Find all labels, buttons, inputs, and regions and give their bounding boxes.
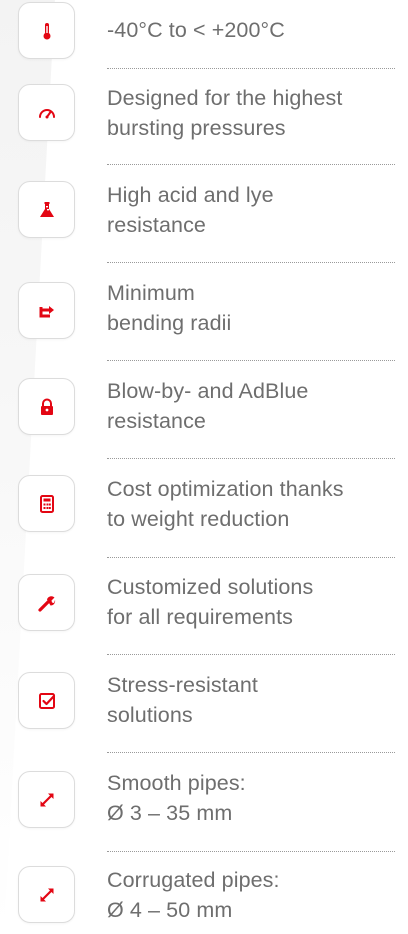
feature-line-1: Smooth pipes: <box>107 771 246 795</box>
feature-line-2: resistance <box>107 409 206 433</box>
feature-line-2: bending radii <box>107 311 232 335</box>
bend-arrow-icon <box>18 282 75 339</box>
diagonal-arrows-icon <box>18 866 75 923</box>
feature-line-1: Blow-by- and AdBlue <box>107 379 309 403</box>
feature-line-1: High acid and lye <box>107 183 274 207</box>
feature-line-1: Corrugated pipes: <box>107 868 280 892</box>
flask-icon <box>18 181 75 238</box>
thermometer-icon <box>18 2 75 59</box>
feature-line-2: for all requirements <box>107 605 294 629</box>
divider <box>107 557 395 558</box>
calculator-icon <box>18 475 75 532</box>
divider <box>107 851 395 852</box>
feature-line-1: Minimum <box>107 281 195 305</box>
feature-line-1: Cost optimization thanks <box>107 477 344 501</box>
divider <box>107 752 395 753</box>
feature-line-1: -40°C to < +200°C <box>107 18 285 42</box>
feature-line-2: solutions <box>107 703 193 727</box>
feature-line-2: to weight reduction <box>107 507 290 531</box>
feature-line-2: Ø 3 – 35 mm <box>107 801 233 825</box>
diagonal-arrows-icon <box>18 771 75 828</box>
checkbox-icon <box>18 672 75 729</box>
gauge-icon <box>18 84 75 141</box>
divider <box>107 164 395 165</box>
feature-line-2: resistance <box>107 213 206 237</box>
wrench-icon <box>18 574 75 631</box>
feature-line-1: Designed for the highest <box>107 86 343 110</box>
divider <box>107 360 395 361</box>
feature-line-1: Stress-resistant <box>107 673 258 697</box>
divider <box>107 654 395 655</box>
divider <box>107 458 395 459</box>
feature-line-2: bursting pressures <box>107 116 286 140</box>
divider <box>107 68 395 69</box>
divider <box>107 262 395 263</box>
feature-line-2: Ø 4 – 50 mm <box>107 898 233 922</box>
padlock-icon <box>18 378 75 435</box>
feature-line-1: Customized solutions <box>107 575 314 599</box>
